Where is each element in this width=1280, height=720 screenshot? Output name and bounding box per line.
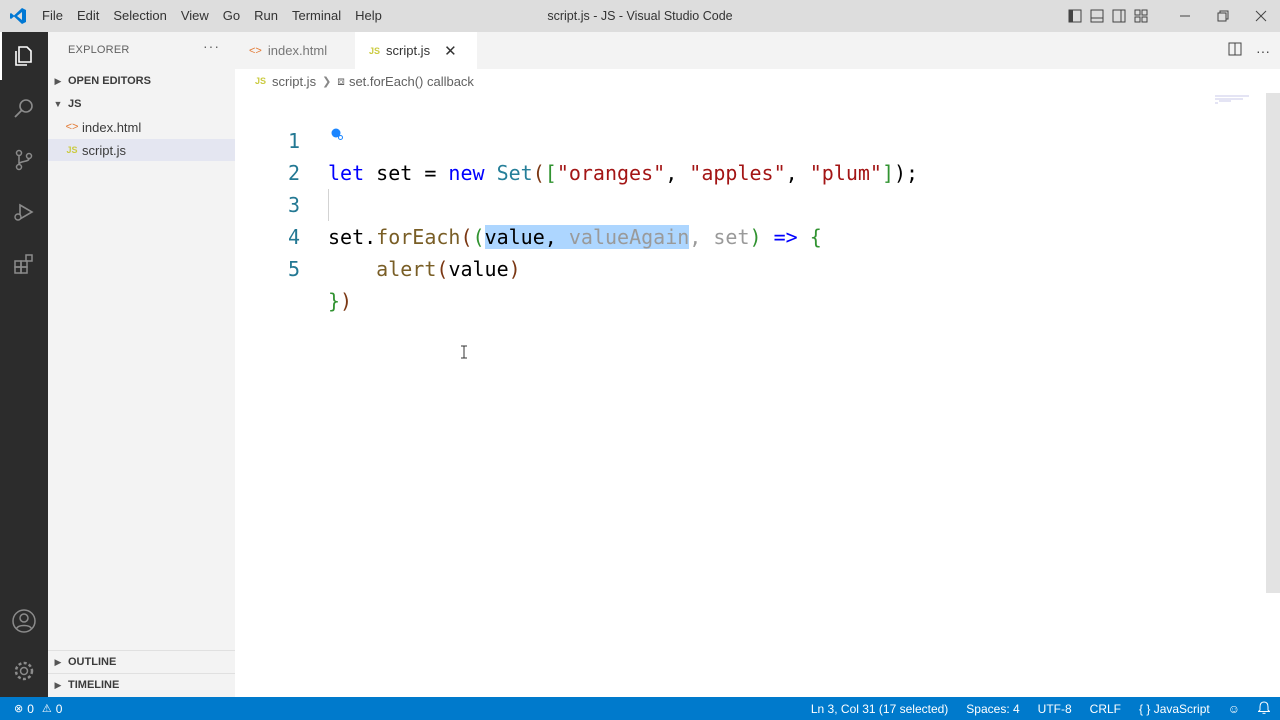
menu-help[interactable]: Help xyxy=(348,0,389,32)
warning-icon: ⚠ xyxy=(41,703,52,715)
html-file-icon: <> xyxy=(65,121,79,133)
line-number: 5 xyxy=(287,257,300,281)
extensions-icon[interactable] xyxy=(0,240,48,288)
chevron-down-icon: ▼ xyxy=(53,99,63,109)
outline-label: OUTLINE xyxy=(68,656,117,668)
run-debug-icon[interactable] xyxy=(0,188,48,236)
folder-section[interactable]: ▼ JS xyxy=(48,93,235,115)
tab-label: script.js xyxy=(386,43,431,58)
toggle-panel-icon[interactable] xyxy=(1086,0,1108,32)
status-bar-right: Ln 3, Col 31 (17 selected) Spaces: 4 UTF… xyxy=(811,697,1271,720)
code-line-4[interactable]: 4 alert(value) xyxy=(235,189,1265,281)
menu-terminal[interactable]: Terminal xyxy=(285,0,348,32)
code-line-1[interactable]: 1 let set = new Set(["oranges", "apples"… xyxy=(235,93,1265,185)
editor-tab-bar: <> index.html JS script.js ✕ ··· xyxy=(235,32,1280,69)
explorer-icon[interactable] xyxy=(0,32,48,80)
search-icon[interactable] xyxy=(0,84,48,132)
folder-label: JS xyxy=(68,98,82,110)
menu-file[interactable]: File xyxy=(35,0,70,32)
status-bar: ⊗ 0 ⚠ 0 Ln 3, Col 31 (17 selected) Space… xyxy=(0,697,1280,720)
accounts-icon[interactable] xyxy=(0,597,48,645)
mouse-cursor-icon xyxy=(460,345,468,362)
code-text: alert(value) xyxy=(376,257,521,281)
outline-section[interactable]: ▶ OUTLINE xyxy=(48,651,235,673)
breadcrumb-symbol[interactable]: set.forEach() callback xyxy=(349,74,474,89)
warning-count: 0 xyxy=(55,701,63,716)
menu-view[interactable]: View xyxy=(174,0,216,32)
menu-edit[interactable]: Edit xyxy=(70,0,106,32)
code-line-5[interactable]: 5 }) xyxy=(235,221,1265,313)
chevron-right-icon: ▶ xyxy=(54,679,62,690)
file-name: index.html xyxy=(82,119,142,135)
code-line-3[interactable]: 3 set.forEach((value, valueAgain, set) =… xyxy=(235,157,1265,249)
chevron-right-icon: ▶ xyxy=(54,656,62,667)
menu-bar: File Edit Selection View Go Run Terminal… xyxy=(35,0,389,32)
breadcrumb-file[interactable]: script.js xyxy=(272,74,316,89)
source-control-icon[interactable] xyxy=(0,136,48,184)
end-of-line[interactable]: CRLF xyxy=(1090,702,1121,716)
explorer-more-actions[interactable]: ··· xyxy=(203,38,220,54)
breadcrumb: JS script.js ❯ ⧈ set.forEach() callback xyxy=(235,69,1280,93)
restore-icon[interactable] xyxy=(1204,0,1242,32)
chevron-right-icon: ❯ xyxy=(322,75,332,88)
toggle-primary-sidebar-icon[interactable] xyxy=(1064,0,1086,32)
language-mode[interactable]: { } JavaScript xyxy=(1139,702,1210,716)
title-actions xyxy=(1064,0,1280,32)
code-text: }) xyxy=(328,289,353,313)
error-icon: ⊗ xyxy=(14,703,24,715)
problems-indicator[interactable]: ⊗ 0 ⚠ 0 xyxy=(14,702,62,716)
code-line-2[interactable]: 2 xyxy=(235,125,1265,185)
menu-go[interactable]: Go xyxy=(216,0,247,32)
chevron-right-icon: ▶ xyxy=(54,75,62,86)
timeline-section[interactable]: ▶ TIMELINE xyxy=(48,674,235,696)
file-item-script-js[interactable]: JS script.js xyxy=(48,139,235,161)
notifications-bell-icon[interactable] xyxy=(1257,700,1271,717)
indentation[interactable]: Spaces: 4 xyxy=(966,702,1019,716)
more-actions-icon[interactable]: ··· xyxy=(1256,43,1270,59)
js-file-icon: JS xyxy=(66,145,78,155)
minimap[interactable] xyxy=(1215,93,1265,104)
file-item-index-html[interactable]: <> index.html xyxy=(48,116,235,138)
tab-index-html[interactable]: <> index.html xyxy=(235,32,355,69)
split-editor-icon[interactable] xyxy=(1228,42,1242,59)
lightbulb-icon[interactable] xyxy=(329,126,345,145)
open-editors-section[interactable]: ▶ OPEN EDITORS xyxy=(48,70,235,92)
symbol-icon: ⧈ xyxy=(337,73,345,88)
vscode-logo-icon xyxy=(0,0,35,32)
activity-bar xyxy=(0,32,48,697)
encoding[interactable]: UTF-8 xyxy=(1038,702,1072,716)
js-file-icon: JS xyxy=(255,76,267,86)
customize-layout-icon[interactable] xyxy=(1130,0,1152,32)
cursor-position[interactable]: Ln 3, Col 31 (17 selected) xyxy=(811,702,948,716)
close-tab-icon[interactable]: ✕ xyxy=(444,42,457,60)
editor-actions: ··· xyxy=(1228,32,1270,69)
tab-label: index.html xyxy=(267,43,328,58)
timeline-label: TIMELINE xyxy=(68,679,120,691)
indent-guide xyxy=(328,189,329,221)
js-file-icon: JS xyxy=(369,45,381,56)
open-editors-label: OPEN EDITORS xyxy=(68,75,151,87)
title-bar: File Edit Selection View Go Run Terminal… xyxy=(0,0,1280,32)
minimize-icon[interactable] xyxy=(1166,0,1204,32)
menu-run[interactable]: Run xyxy=(247,0,285,32)
explorer-sidebar: EXPLORER ··· ▶ OPEN EDITORS ▼ JS <> inde… xyxy=(48,32,235,697)
file-name: script.js xyxy=(82,142,127,158)
error-count: 0 xyxy=(27,701,34,716)
explorer-title: EXPLORER xyxy=(68,44,130,56)
feedback-icon[interactable]: ☺ xyxy=(1228,702,1240,716)
html-file-icon: <> xyxy=(249,44,262,57)
tab-script-js[interactable]: JS script.js ✕ xyxy=(355,32,477,69)
toggle-secondary-sidebar-icon[interactable] xyxy=(1108,0,1130,32)
code-editor[interactable]: 1 let set = new Set(["oranges", "apples"… xyxy=(235,93,1280,697)
vertical-scrollbar[interactable] xyxy=(1266,93,1280,593)
menu-selection[interactable]: Selection xyxy=(106,0,173,32)
manage-gear-icon[interactable] xyxy=(0,647,48,695)
close-window-icon[interactable] xyxy=(1242,0,1280,32)
